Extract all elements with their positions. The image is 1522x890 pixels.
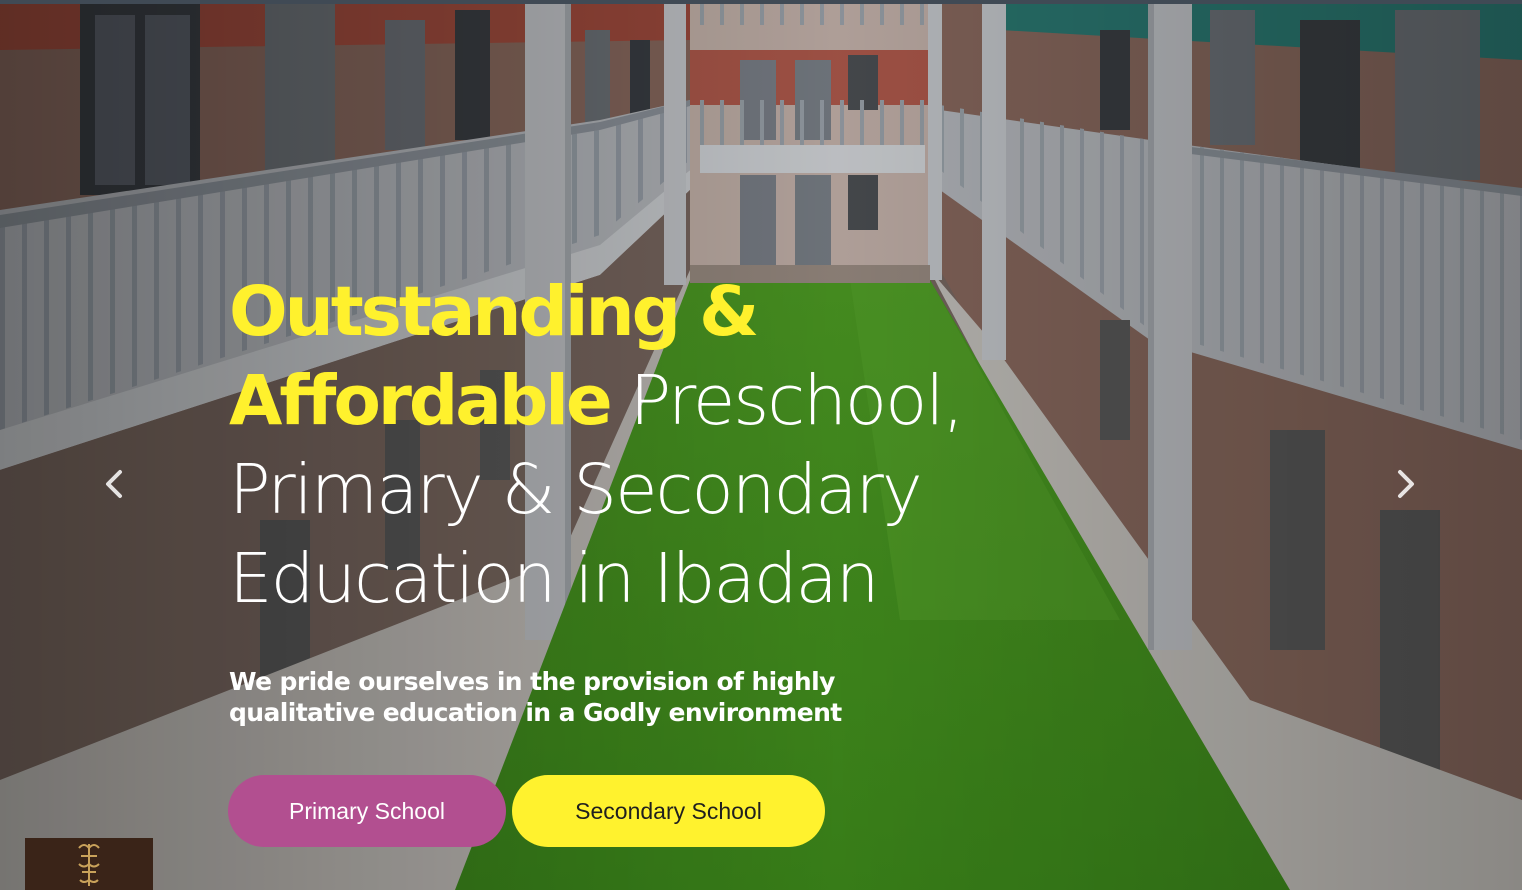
hero-content: Outstanding & Affordable Preschool, Prima… [229, 268, 1049, 624]
chevron-left-icon [106, 470, 122, 498]
primary-school-button[interactable]: Primary School [228, 775, 506, 847]
carousel-prev-button[interactable] [94, 462, 134, 506]
school-logo-icon [78, 844, 100, 886]
headline-line-2: Primary & Secondary [229, 450, 923, 530]
hero-subheading: We pride ourselves in the provision of h… [229, 667, 842, 727]
school-logo[interactable] [25, 838, 153, 890]
secondary-school-button[interactable]: Secondary School [512, 775, 825, 847]
top-bar [0, 0, 1522, 4]
hero-section: Outstanding & Affordable Preschool, Prima… [0, 0, 1522, 890]
headline-line-3: Education in Ibadan [229, 539, 880, 619]
headline-line-1: Preschool, [629, 361, 965, 441]
carousel-next-button[interactable] [1386, 462, 1426, 506]
chevron-right-icon [1398, 470, 1414, 498]
hero-headline: Outstanding & Affordable Preschool, Prima… [229, 268, 1049, 624]
